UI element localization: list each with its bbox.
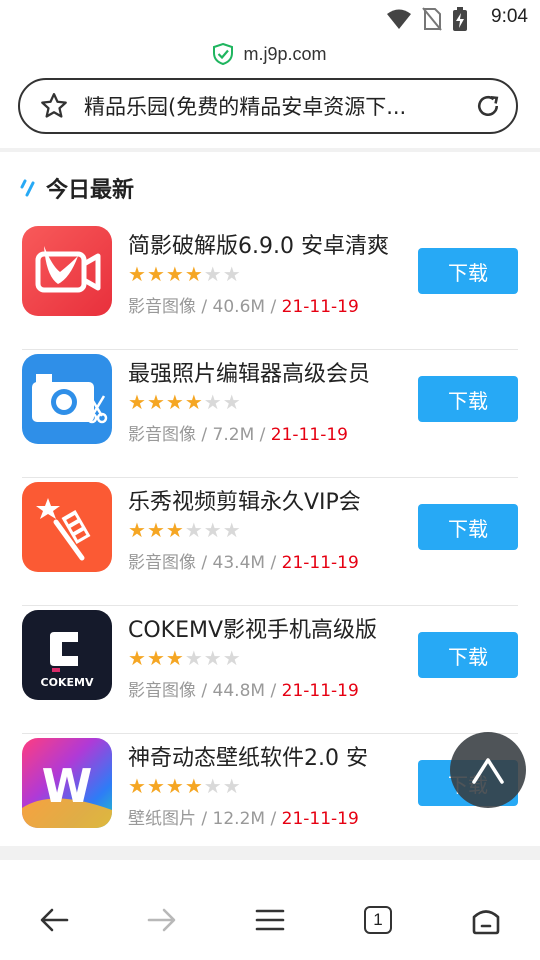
w-wallpaper-icon[interactable]: W xyxy=(22,738,112,828)
list-item[interactable]: 乐秀视频剪辑永久VIP会 ★ ★ ★ ★ ★ ★ 影音图像 / 43.4M / 21-11… xyxy=(22,478,518,606)
cokemv-logo-icon[interactable]: COKEMV xyxy=(22,610,112,700)
url-text[interactable]: m.j9p.com xyxy=(243,44,326,65)
download-button[interactable]: 下载 xyxy=(418,632,518,678)
app-meta: 影音图像 / 43.4M / 21-11-19 xyxy=(128,553,359,573)
rating-stars: ★ ★ ★ ★ ★ ★ xyxy=(128,774,241,798)
list-item[interactable]: W 神奇动态壁纸软件2.0 安 ★ ★ ★ ★ ★ ★ 壁纸图片 / 12.2M / 21… xyxy=(22,734,518,862)
secure-shield-icon xyxy=(213,43,234,65)
home-icon[interactable] xyxy=(456,890,516,950)
page-title[interactable]: 精品乐园(免费的精品安卓资源下... xyxy=(78,91,460,121)
no-sim-icon xyxy=(422,7,442,31)
menu-icon[interactable] xyxy=(240,890,300,950)
jianying-bird-icon[interactable] xyxy=(22,226,112,316)
download-button[interactable]: 下载 xyxy=(418,376,518,422)
status-bar: 9:04 xyxy=(0,0,540,36)
back-arrow-icon[interactable] xyxy=(24,890,84,950)
app-name[interactable]: 简影破解版6.9.0 安卓清爽 xyxy=(128,228,418,260)
app-name[interactable]: COKEMV影视手机高级版 xyxy=(128,612,418,644)
section-mark-icon xyxy=(20,179,35,197)
download-button[interactable]: 下载 xyxy=(418,504,518,550)
rating-stars: ★ ★ ★ ★ ★ ★ xyxy=(128,390,241,414)
status-icons xyxy=(386,7,468,31)
app-name[interactable]: 乐秀视频剪辑永久VIP会 xyxy=(128,484,418,516)
section-header: 今日最新 xyxy=(18,172,134,204)
wifi-icon xyxy=(387,9,411,29)
rating-stars: ★ ★ ★ ★ ★ ★ xyxy=(128,262,241,286)
list-item[interactable]: 最强照片编辑器高级会员 ★ ★ ★ ★ ★ ★ 影音图像 / 7.2M / 21-11-1… xyxy=(22,350,518,478)
battery-charging-icon xyxy=(453,7,467,31)
url-row: m.j9p.com xyxy=(0,40,540,68)
w-logo-text: W xyxy=(42,759,93,813)
section-title: 今日最新 xyxy=(46,178,135,203)
browser-toolbar: 1 xyxy=(0,880,540,960)
app-meta: 壁纸图片 / 12.2M / 21-11-19 xyxy=(128,809,359,829)
list-item[interactable]: 简影破解版6.9.0 安卓清爽 ★ ★ ★ ★ ★ ★ 影音图像 / 40.6M / 21… xyxy=(22,222,518,350)
status-time: 9:04 xyxy=(491,6,528,27)
rating-stars: ★ ★ ★ ★ ★ ★ xyxy=(128,518,241,542)
app-name[interactable]: 最强照片编辑器高级会员 xyxy=(128,356,418,388)
app-meta: 影音图像 / 44.8M / 21-11-19 xyxy=(128,681,359,701)
rating-stars: ★ ★ ★ ★ ★ ★ xyxy=(128,646,241,670)
reload-icon[interactable] xyxy=(460,92,516,120)
app-meta: 影音图像 / 7.2M / 21-11-19 xyxy=(128,425,348,445)
address-bar[interactable]: 精品乐园(免费的精品安卓资源下... xyxy=(18,78,518,134)
list-item[interactable]: COKEMV COKEMV影视手机高级版 ★ ★ ★ ★ ★ ★ 影音图像 / 44.8M… xyxy=(22,606,518,734)
star-film-icon[interactable] xyxy=(22,482,112,572)
chevron-up-icon xyxy=(472,758,504,784)
tabs-button[interactable]: 1 xyxy=(348,890,408,950)
header-divider xyxy=(0,148,540,152)
cokemv-logo-text: COKEMV xyxy=(41,676,94,689)
camera-scissors-icon[interactable] xyxy=(22,354,112,444)
app-list: 简影破解版6.9.0 安卓清爽 ★ ★ ★ ★ ★ ★ 影音图像 / 40.6M / 21… xyxy=(22,222,518,862)
forward-arrow-icon[interactable] xyxy=(132,890,192,950)
app-meta: 影音图像 / 40.6M / 21-11-19 xyxy=(128,297,359,317)
bookmark-star-icon[interactable] xyxy=(30,91,78,121)
tab-count: 1 xyxy=(364,906,392,934)
content-bottom-strip xyxy=(0,846,540,860)
back-to-top-button[interactable] xyxy=(450,732,526,808)
download-button[interactable]: 下载 xyxy=(418,248,518,294)
app-name[interactable]: 神奇动态壁纸软件2.0 安 xyxy=(128,740,418,772)
